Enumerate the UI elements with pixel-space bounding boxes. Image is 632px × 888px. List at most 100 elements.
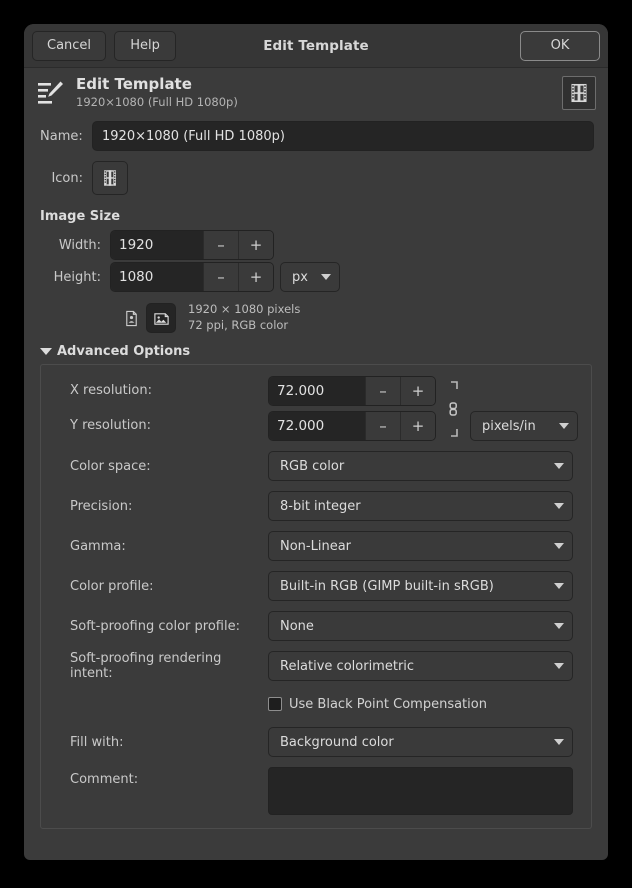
x-resolution-stepper[interactable]: 72.000 – +	[268, 376, 436, 406]
width-decrement-button[interactable]: –	[203, 231, 238, 259]
height-increment-button[interactable]: +	[238, 263, 273, 291]
broken-chain-icon[interactable]	[442, 376, 464, 441]
icon-row: Icon:	[38, 160, 594, 196]
cancel-button[interactable]: Cancel	[32, 31, 106, 61]
name-row: Name: 1920×1080 (Full HD 1080p)	[38, 120, 594, 152]
black-point-compensation-label: Use Black Point Compensation	[289, 697, 487, 712]
precision-label: Precision:	[53, 499, 268, 514]
fill-with-label: Fill with:	[53, 735, 268, 750]
color-profile-row: Color profile: Built-in RGB (GIMP built-…	[53, 571, 579, 601]
y-resolution-label: Y resolution:	[70, 411, 268, 441]
image-size-info-line-1: 1920 × 1080 pixels	[188, 302, 300, 318]
black-point-compensation-checkbox[interactable]	[268, 697, 282, 711]
resolution-labels: X resolution: Y resolution:	[53, 376, 268, 441]
color-space-label: Color space:	[53, 459, 268, 474]
fill-with-dropdown[interactable]: Background color	[268, 727, 573, 757]
color-space-dropdown[interactable]: RGB color	[268, 451, 573, 481]
image-size-info-text: 1920 × 1080 pixels 72 ppi, RGB color	[188, 302, 300, 334]
precision-value: 8-bit integer	[280, 499, 544, 514]
ok-button[interactable]: OK	[520, 31, 600, 61]
advanced-options-frame: X resolution: Y resolution: 72.000 – + 7…	[40, 364, 592, 829]
color-profile-dropdown[interactable]: Built-in RGB (GIMP built-in sRGB)	[268, 571, 573, 601]
gamma-dropdown[interactable]: Non-Linear	[268, 531, 573, 561]
landscape-orientation-button[interactable]	[146, 303, 176, 333]
chevron-down-icon	[554, 663, 564, 669]
template-subheading: 1920×1080 (Full HD 1080p)	[76, 95, 238, 110]
resolution-unit-value: pixels/in	[482, 419, 549, 434]
advanced-options-expander[interactable]: Advanced Options	[40, 344, 594, 359]
dialog-headerbar: Cancel Help Edit Template OK	[24, 24, 608, 68]
width-label: Width:	[38, 238, 110, 253]
chevron-down-icon	[554, 543, 564, 549]
color-profile-label: Color profile:	[53, 579, 268, 594]
y-resolution-input[interactable]: 72.000	[269, 412, 365, 440]
film-strip-icon	[100, 168, 120, 188]
image-size-info-line-2: 72 ppi, RGB color	[188, 318, 300, 334]
help-button-label: Help	[130, 38, 160, 53]
precision-row: Precision: 8-bit integer	[53, 491, 579, 521]
advanced-options-label: Advanced Options	[57, 344, 190, 359]
x-resolution-input[interactable]: 72.000	[269, 377, 365, 405]
cancel-button-label: Cancel	[47, 38, 91, 53]
gamma-value: Non-Linear	[280, 539, 544, 554]
x-resolution-decrement-button[interactable]: –	[365, 377, 400, 405]
help-button[interactable]: Help	[114, 31, 176, 61]
x-resolution-increment-button[interactable]: +	[400, 377, 435, 405]
film-strip-icon	[562, 76, 596, 110]
name-input[interactable]: 1920×1080 (Full HD 1080p)	[92, 121, 594, 151]
template-title-block: Edit Template 1920×1080 (Full HD 1080p)	[24, 68, 608, 116]
name-label: Name:	[38, 129, 92, 144]
resolution-unit-dropdown[interactable]: pixels/in	[470, 411, 578, 441]
y-resolution-decrement-button[interactable]: –	[365, 412, 400, 440]
edit-template-icon	[36, 78, 66, 108]
portrait-orientation-icon	[123, 310, 140, 327]
chevron-down-icon	[554, 739, 564, 745]
size-unit-dropdown[interactable]: px	[280, 262, 340, 292]
comment-textarea[interactable]	[268, 767, 573, 815]
portrait-orientation-button[interactable]	[116, 303, 146, 333]
fill-with-row: Fill with: Background color	[53, 727, 579, 757]
soft-proof-profile-row: Soft-proofing color profile: None	[53, 611, 579, 641]
width-row: Width: 1920 – +	[38, 230, 594, 260]
height-input[interactable]: 1080	[111, 263, 203, 291]
soft-proof-intent-label: Soft-proofing rendering intent:	[53, 651, 268, 681]
gamma-row: Gamma: Non-Linear	[53, 531, 579, 561]
icon-picker-button[interactable]	[92, 161, 128, 195]
precision-dropdown[interactable]: 8-bit integer	[268, 491, 573, 521]
width-stepper[interactable]: 1920 – +	[110, 230, 274, 260]
landscape-orientation-icon	[153, 310, 170, 327]
y-resolution-increment-button[interactable]: +	[400, 412, 435, 440]
y-resolution-stepper[interactable]: 72.000 – +	[268, 411, 436, 441]
soft-proof-profile-label: Soft-proofing color profile:	[53, 619, 268, 634]
black-point-compensation-row: Use Black Point Compensation	[53, 691, 579, 717]
image-size-info-row: 1920 × 1080 pixels 72 ppi, RGB color	[38, 299, 594, 337]
template-heading: Edit Template	[76, 76, 238, 93]
height-label: Height:	[38, 270, 110, 285]
ok-button-label: OK	[551, 38, 570, 53]
name-input-wrapper: 1920×1080 (Full HD 1080p)	[92, 121, 594, 151]
height-decrement-button[interactable]: –	[203, 263, 238, 291]
x-resolution-label: X resolution:	[70, 376, 268, 406]
soft-proof-intent-dropdown[interactable]: Relative colorimetric	[268, 651, 573, 681]
gamma-label: Gamma:	[53, 539, 268, 554]
width-input[interactable]: 1920	[111, 231, 203, 259]
resolution-group: X resolution: Y resolution: 72.000 – + 7…	[53, 376, 579, 441]
resolution-unit-wrapper: pixels/in	[470, 411, 578, 441]
width-increment-button[interactable]: +	[238, 231, 273, 259]
height-row: Height: 1080 – + px	[38, 262, 594, 292]
chevron-down-icon	[321, 274, 331, 280]
triangle-down-icon	[40, 348, 52, 355]
comment-row: Comment:	[53, 767, 579, 815]
soft-proof-profile-dropdown[interactable]: None	[268, 611, 573, 641]
soft-proof-profile-value: None	[280, 619, 544, 634]
color-space-row: Color space: RGB color	[53, 451, 579, 481]
chevron-down-icon	[554, 583, 564, 589]
icon-label: Icon:	[38, 171, 92, 186]
soft-proof-intent-value: Relative colorimetric	[280, 659, 544, 674]
height-stepper[interactable]: 1080 – +	[110, 262, 274, 292]
color-space-value: RGB color	[280, 459, 544, 474]
image-size-section-header: Image Size	[40, 209, 594, 224]
color-profile-value: Built-in RGB (GIMP built-in sRGB)	[280, 579, 544, 594]
soft-proof-intent-row: Soft-proofing rendering intent: Relative…	[53, 651, 579, 681]
orientation-buttons	[116, 303, 176, 333]
